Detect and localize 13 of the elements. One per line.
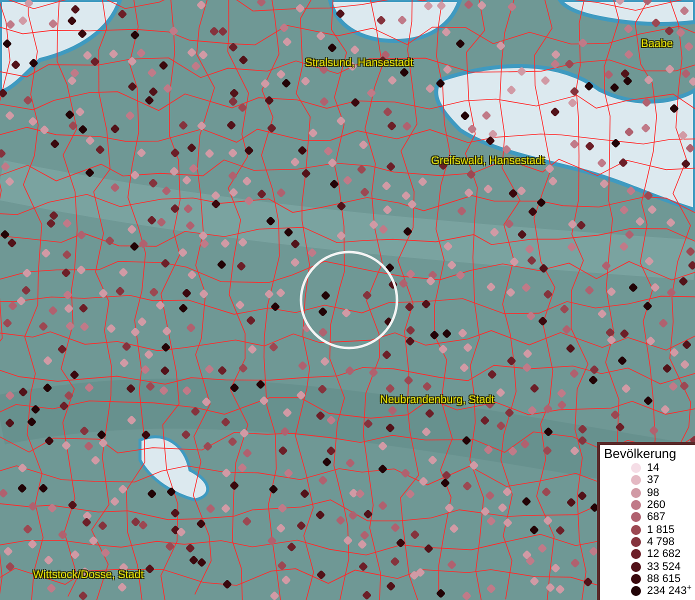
legend-value: 260 — [647, 499, 666, 512]
legend-value: 98 — [647, 486, 660, 499]
legend-value: 4 798 — [647, 536, 675, 548]
legend-value: 1 815 — [647, 524, 675, 536]
legend-value: 687 — [647, 511, 666, 524]
legend-value: 12 682 — [647, 548, 681, 560]
place-label: Baabe — [641, 38, 673, 51]
legend-title: Bevölkerung — [604, 446, 678, 461]
legend-value: 234 243$^{+}$ — [647, 585, 692, 598]
legend-value: 88 615 — [647, 572, 681, 585]
legend-value: 33 524 — [647, 560, 681, 573]
legend-value: 37 — [647, 474, 660, 486]
legend-value: 14 — [647, 462, 660, 474]
